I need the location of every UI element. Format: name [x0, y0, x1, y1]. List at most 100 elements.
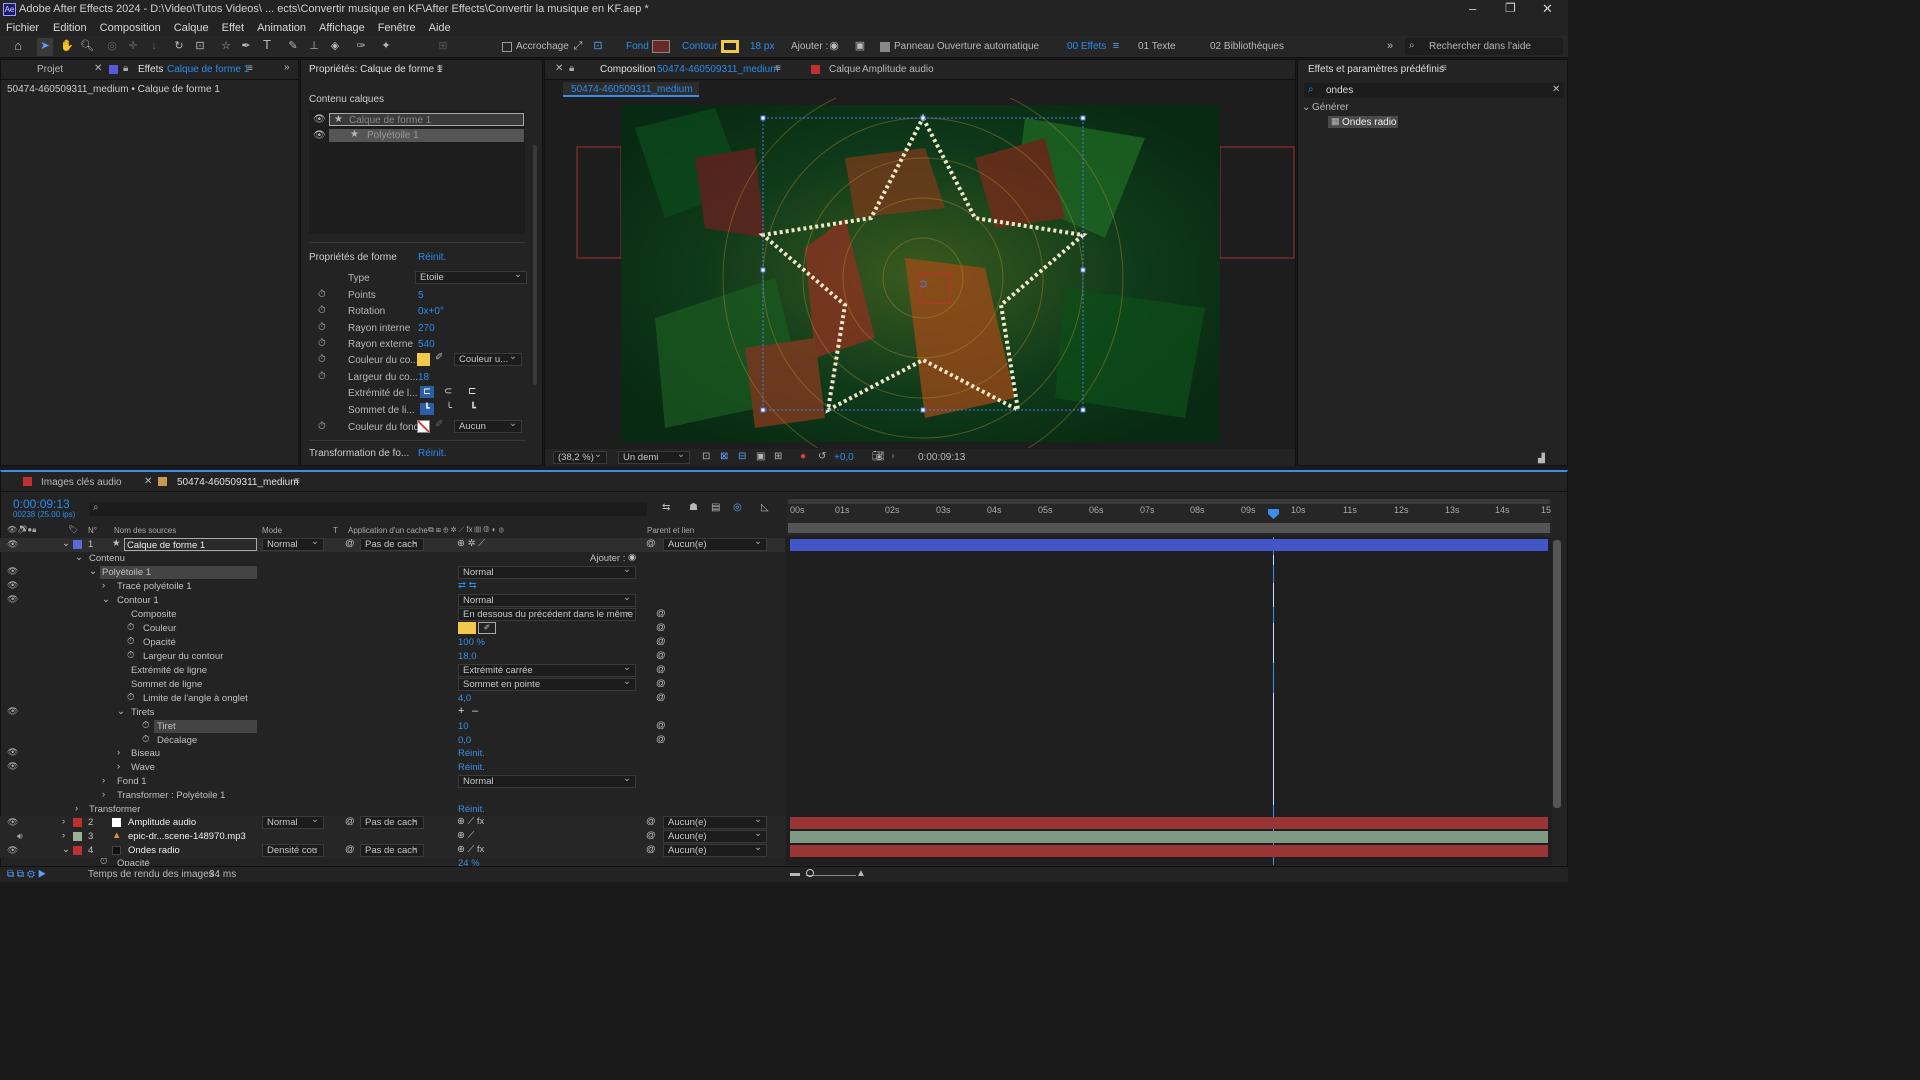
chevron-down-icon[interactable]: ⌄ — [102, 594, 110, 605]
properties-scrollbar[interactable] — [533, 145, 537, 385]
tab-close-icon[interactable]: ✕ — [144, 476, 152, 487]
parent-pickwhip-icon[interactable]: @ — [646, 816, 656, 827]
stroke-color-swatch[interactable] — [417, 353, 430, 366]
layer-switches-icon[interactable]: ⊕ ⟋ fx — [457, 844, 484, 855]
expression-pickwhip-icon[interactable]: @ — [656, 608, 666, 619]
zoom-range-bar[interactable] — [788, 523, 1550, 533]
line-cap-select[interactable]: Extrémité carrée — [458, 662, 636, 677]
chevron-right-icon[interactable]: › — [102, 775, 105, 786]
tab-close-icon[interactable]: ✕ — [94, 63, 102, 74]
eraser-tool-icon[interactable]: ◈ — [329, 40, 341, 52]
visibility-eye-icon[interactable]: 👁︎ — [7, 566, 18, 577]
layer-switches-icon[interactable]: ⊕ ⟋ — [457, 830, 474, 841]
col-cache[interactable]: Application d'un cache — [348, 526, 428, 535]
track-matte-select[interactable]: Pas de cach — [360, 536, 424, 551]
prop-type-select[interactable]: Etoile — [415, 269, 527, 284]
menu-edition[interactable]: Edition — [53, 22, 87, 34]
menu-calque[interactable]: Calque — [174, 22, 209, 34]
layer-mode-select[interactable]: Densité cou — [262, 842, 324, 857]
chevron-down-icon[interactable]: ⌄ — [117, 706, 125, 717]
motion-blur-icon[interactable]: ◎ — [733, 502, 742, 513]
tab-composition[interactable]: Composition — [600, 64, 656, 75]
menu-affichage[interactable]: Affichage — [319, 22, 365, 34]
add-content-icon[interactable]: ◉ — [628, 552, 636, 563]
orbit-tool-icon[interactable]: ◎ — [106, 40, 118, 52]
parent-select[interactable]: Aucun(e) — [663, 536, 767, 551]
zoom-tool-icon[interactable]: 🔍︎ — [80, 40, 94, 52]
tab-comp-timeline[interactable]: 50474-460509311_medium — [177, 477, 299, 488]
more-workspaces-icon[interactable]: » — [1384, 40, 1396, 52]
polystar-row-highlight[interactable]: Polyétoile 1 — [100, 566, 257, 579]
expression-pickwhip-icon[interactable]: @ — [656, 622, 666, 633]
stopwatch-icon[interactable]: ⏱︎ — [318, 305, 326, 316]
prop-row[interactable]: › Fond 1 Normal — [0, 773, 785, 789]
tiret-value[interactable]: 10 — [458, 721, 469, 732]
panel-menu-icon[interactable]: ≡ — [294, 476, 300, 487]
stopwatch-icon[interactable]: ⏱︎ — [318, 338, 326, 349]
exposure-value[interactable]: +0,0 — [834, 452, 854, 463]
stopwatch-icon[interactable]: ⏱︎ — [318, 289, 326, 300]
prop-row[interactable]: Extrémité de ligne Extrémité carrée @ — [0, 662, 785, 678]
stopwatch-icon[interactable]: ⏱︎ — [127, 622, 134, 633]
visibility-eye-icon[interactable]: 👁︎ — [7, 706, 18, 717]
zoom-slider-thumb[interactable] — [806, 869, 814, 877]
layer-name[interactable]: epic-dr...scene-148970.mp3 — [128, 831, 246, 842]
timeline-search-input[interactable]: ⌕ — [89, 502, 647, 516]
menu-composition[interactable]: Composition — [100, 22, 161, 34]
prop-row[interactable]: Composite En dessous du précédent dans l… — [0, 606, 785, 622]
visibility-eye-icon[interactable]: 👁︎ — [7, 817, 18, 828]
chevron-down-icon[interactable]: ⌄ — [89, 566, 97, 577]
stopwatch-icon[interactable]: ⏱︎ — [142, 720, 149, 731]
tab-audio-keys[interactable]: Images clés audio — [41, 477, 122, 488]
prop-row[interactable]: › Transformer Réinit. — [0, 803, 785, 817]
snap-option-icon[interactable]: ⤢ — [572, 40, 584, 52]
menu-aide[interactable]: Aide — [429, 22, 451, 34]
shy-icon[interactable]: ☗ — [689, 502, 698, 513]
decalage-value[interactable]: 0,0 — [458, 735, 471, 746]
stopwatch-icon[interactable]: ⏱︎ — [318, 371, 326, 382]
roto-tool-icon[interactable]: ✑ — [355, 40, 367, 52]
eyedropper-icon[interactable]: ✐ — [478, 622, 496, 634]
layer-panel-name[interactable]: Amplitude audio — [862, 64, 934, 75]
close-icon[interactable]: ✕ — [1542, 1, 1553, 17]
stopwatch-icon[interactable]: ⏱︎ — [318, 322, 326, 333]
time-ruler[interactable] — [786, 499, 1552, 535]
col-name[interactable]: Nom des sources — [114, 526, 176, 535]
layer-bar-4[interactable] — [790, 845, 1548, 857]
axis-icon[interactable]: ⊞ — [437, 40, 449, 52]
add-icon[interactable]: ◉ — [828, 40, 840, 52]
snapshot-icon[interactable]: 📷︎ — [872, 451, 885, 462]
opacite-4-value[interactable]: 24 % — [458, 858, 480, 866]
maximize-icon[interactable]: ❐ — [1505, 1, 1516, 15]
layer-label-color[interactable] — [73, 818, 82, 827]
layer-mode-select[interactable]: Normal — [262, 536, 324, 551]
graph-editor-icon[interactable]: ◺ — [761, 502, 769, 513]
prop-row[interactable]: 👁︎ › Tracé polyétoile 1 ⇄ ⇆ — [0, 580, 785, 594]
fill-color-mode-select[interactable]: Aucun — [454, 418, 522, 433]
anchor-tool-icon[interactable]: ⊡ — [194, 40, 206, 52]
parent-pickwhip-icon[interactable]: @ — [646, 538, 656, 549]
tool-option-icon[interactable]: ▣ — [854, 40, 866, 52]
rotate-tool-icon[interactable]: ↻ — [173, 40, 185, 52]
parent-select[interactable]: Aucun(e) — [663, 814, 767, 829]
track-matte-icon[interactable]: @ — [345, 816, 355, 827]
new-item-icon[interactable]: ▟ — [1538, 453, 1545, 464]
eyedropper-icon[interactable]: ✐ — [435, 419, 443, 430]
panel-menu-icon[interactable]: ≡ — [1441, 63, 1447, 74]
color-channel-icon[interactable]: ● — [800, 451, 806, 462]
layer-label-color[interactable] — [73, 540, 82, 549]
chevron-down-icon[interactable]: ⌄ — [62, 844, 70, 855]
chevron-down-icon[interactable]: ⌄ — [62, 538, 70, 549]
eyedropper-icon[interactable]: ✐ — [435, 352, 443, 363]
line-cap-square-icon[interactable]: ⊏ — [468, 386, 476, 397]
largeur-value[interactable]: 18,0 — [458, 651, 477, 662]
chevron-down-icon[interactable]: ⌄ — [75, 552, 83, 563]
panel-expand-icon[interactable]: » — [284, 62, 290, 73]
frame-blend-icon[interactable]: ▤ — [711, 502, 720, 513]
track-matte-select[interactable]: Pas de cach — [360, 814, 424, 829]
menu-effet[interactable]: Effet — [222, 22, 244, 34]
effect-item[interactable]: ▦ Ondes radio — [1328, 116, 1398, 128]
reset-exposure-icon[interactable]: ↺ — [818, 451, 826, 462]
hand-tool-icon[interactable]: ✋ — [60, 40, 74, 52]
visibility-eye-icon[interactable]: 👁︎ — [313, 114, 326, 125]
